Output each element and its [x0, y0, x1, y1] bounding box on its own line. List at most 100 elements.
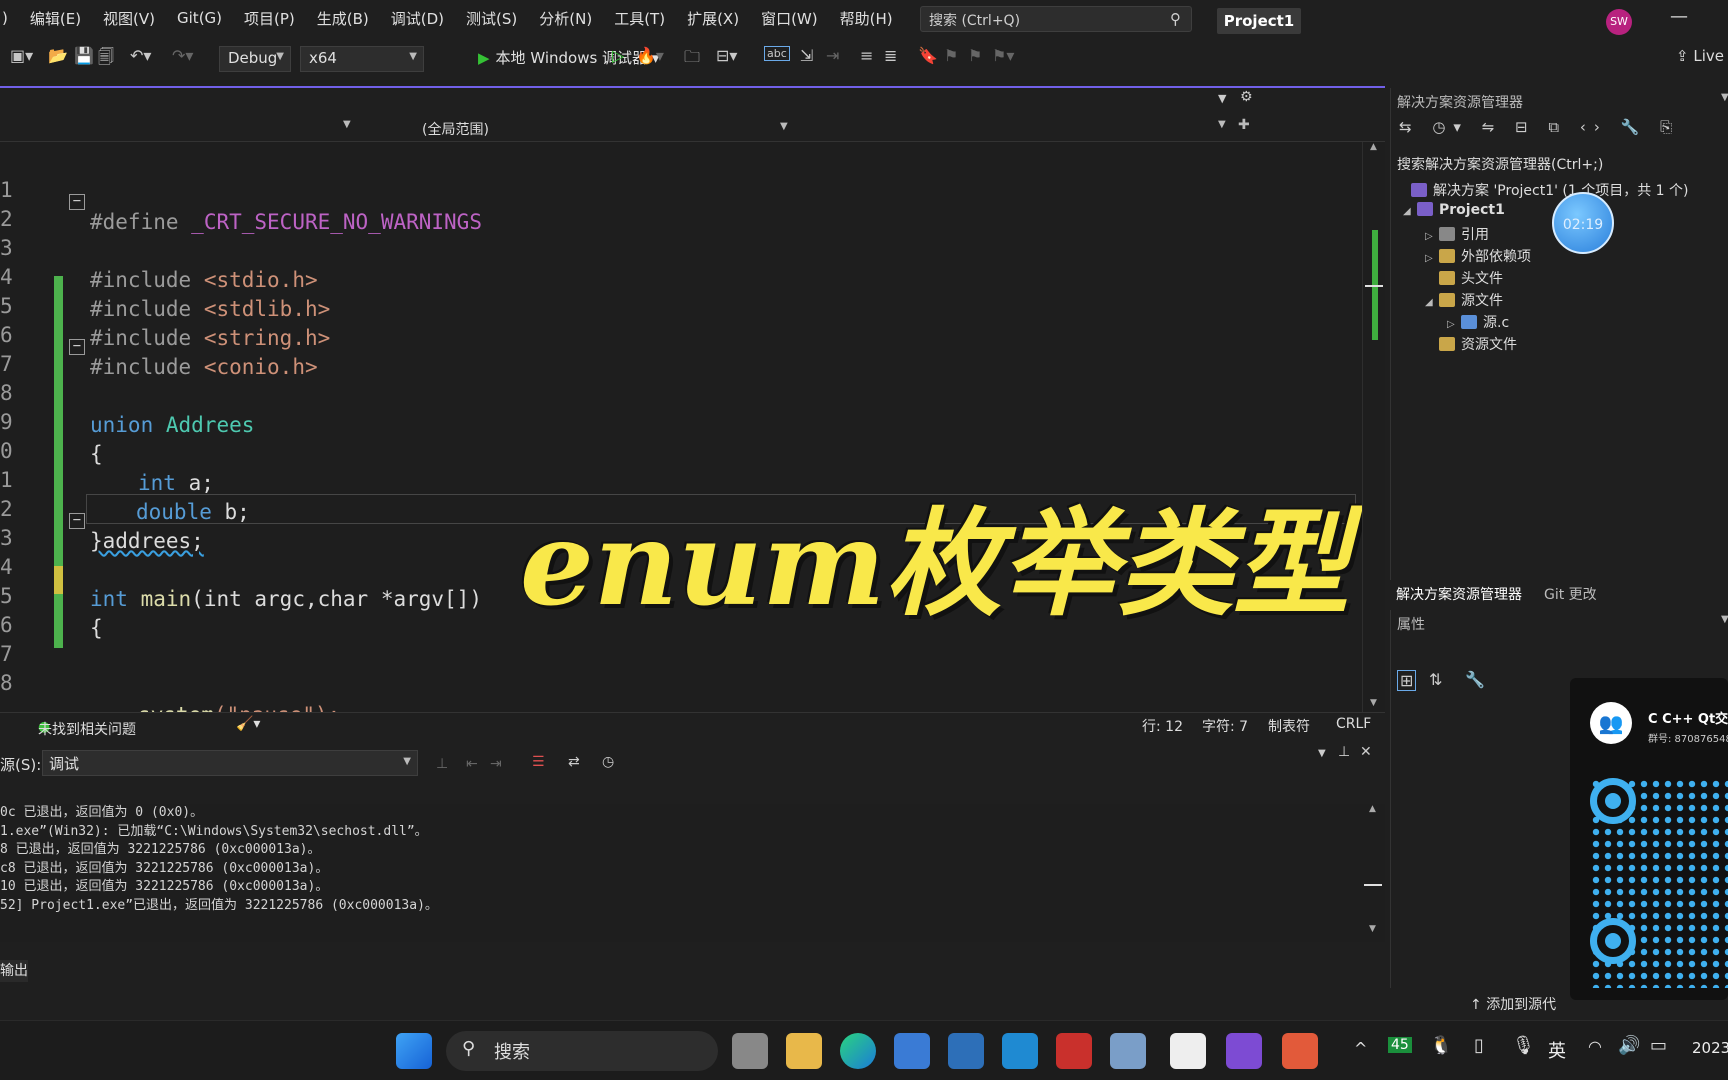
wifi-icon[interactable]: ◠	[1588, 1037, 1602, 1056]
explorer-toolbar[interactable]: ⇆ ◷▾ ⇋ ⊟ ⧉ ‹› 🔧 ⎘	[1399, 118, 1680, 136]
filezilla-icon[interactable]	[1056, 1033, 1092, 1069]
microphone-icon[interactable]: 🎙	[1512, 1035, 1535, 1056]
taskbar-search[interactable]: ⚲ 搜索	[446, 1031, 718, 1071]
platform-select[interactable]: x64 ▼	[300, 46, 424, 72]
battery-icon[interactable]: ▭	[1650, 1035, 1667, 1056]
cursor-char[interactable]: 字符: 7	[1202, 716, 1248, 736]
scroll-down-icon[interactable]: ▼	[1370, 698, 1377, 708]
menu-edit[interactable]: 编辑(E)	[30, 8, 81, 29]
menu-view[interactable]: 视图(V)	[103, 8, 155, 29]
start-debugging-button[interactable]: ▶ 本地 Windows 调试器 ▾	[478, 47, 659, 68]
chevron-down-icon[interactable]: ▼	[1721, 92, 1728, 103]
menu-help[interactable]: 帮助(H)	[840, 8, 893, 29]
menu-test[interactable]: 测试(S)	[466, 8, 517, 29]
tab-git-changes[interactable]: Git 更改	[1544, 584, 1597, 604]
menu-debug[interactable]: 调试(D)	[391, 8, 444, 29]
menu-project[interactable]: 项目(P)	[244, 8, 295, 29]
chevron-down-icon[interactable]: ▼	[1218, 119, 1226, 130]
settings-app-icon[interactable]	[948, 1033, 984, 1069]
vscode-icon[interactable]	[1002, 1033, 1038, 1069]
menu-tools[interactable]: 工具(T)	[614, 8, 665, 29]
pin-icon[interactable]: ⊥	[1338, 744, 1350, 760]
tab-solution-explorer[interactable]: 解决方案资源管理器	[1396, 584, 1522, 604]
output-scrollbar[interactable]: ▲ ▼	[1362, 804, 1385, 942]
open-folder-icon[interactable]: 📂	[48, 46, 68, 65]
menu-build[interactable]: 生成(B)	[317, 8, 369, 29]
step-icon[interactable]: ⇲	[800, 46, 813, 65]
indent-mode[interactable]: 制表符	[1268, 716, 1310, 736]
scroll-up-icon[interactable]: ▲	[1369, 804, 1376, 814]
bookmark-icon[interactable]: 🔖	[918, 46, 938, 65]
usb-icon[interactable]: ▯	[1474, 1035, 1484, 1056]
close-icon[interactable]: ✕	[1360, 744, 1372, 760]
tree-project[interactable]: ◢ Project1	[1403, 202, 1505, 218]
visual-studio-icon[interactable]	[1226, 1033, 1262, 1069]
menu-analyze[interactable]: 分析(N)	[539, 8, 592, 29]
next-message-icon[interactable]: ⇥	[490, 756, 502, 772]
line-ending[interactable]: CRLF	[1336, 716, 1371, 732]
split-icon[interactable]: ✚	[1238, 117, 1250, 133]
scroll-down-icon[interactable]: ▼	[1369, 924, 1376, 934]
tree-item-resources[interactable]: 资源文件	[1439, 334, 1517, 354]
tree-item-references[interactable]: ▷ 引用	[1425, 224, 1489, 244]
scroll-thumb[interactable]	[1365, 285, 1383, 287]
prev-message-icon[interactable]: ⇤	[466, 756, 478, 772]
input-language[interactable]: 英	[1548, 1037, 1566, 1063]
output-log[interactable]: 0c 已退出，返回值为 0 (0x0)。 1.exe”(Win32): 已加载“…	[0, 804, 1362, 942]
menu-extensions[interactable]: 扩展(X)	[687, 8, 739, 29]
editor-scrollbar[interactable]: ▲ ▼	[1362, 142, 1385, 712]
tray-app-icon[interactable]: 45	[1388, 1037, 1412, 1053]
store-icon[interactable]	[894, 1033, 930, 1069]
clock-icon[interactable]: ◷	[602, 754, 614, 770]
recorder-icon[interactable]	[1282, 1033, 1318, 1069]
property-pages-icon[interactable]: 🔧	[1465, 670, 1485, 689]
indent-icon[interactable]: ≡	[860, 46, 873, 65]
tree-item-source-file[interactable]: ▷ 源.c	[1447, 312, 1509, 332]
outdent-icon[interactable]: ≣	[884, 46, 897, 65]
tree-item-headers[interactable]: 头文件	[1439, 268, 1503, 288]
start-without-debugging-icon[interactable]: ▷	[612, 46, 624, 65]
spellcheck-icon[interactable]: abc	[764, 46, 790, 61]
qq-tray-icon[interactable]: 🐧	[1430, 1035, 1452, 1056]
new-project-icon[interactable]: ▣▾	[10, 46, 33, 65]
menu-window[interactable]: 窗口(W)	[761, 8, 818, 29]
scroll-thumb[interactable]	[1364, 884, 1382, 886]
find-icon[interactable]: ⊥	[436, 756, 448, 772]
edge-icon[interactable]	[840, 1033, 876, 1069]
scope-select[interactable]: (全局范围) ▼	[400, 119, 870, 139]
save-all-icon[interactable]: 🗐	[98, 46, 114, 73]
minimize-button[interactable]: —	[1670, 6, 1688, 27]
explorer-search-input[interactable]: 搜索解决方案资源管理器(Ctrl+;)	[1397, 154, 1603, 174]
tab-output[interactable]: 输出	[0, 960, 28, 982]
word-wrap-icon[interactable]: ⇄	[568, 754, 580, 770]
add-to-source-control[interactable]: ↑ 添加到源代	[1470, 994, 1556, 1014]
volume-icon[interactable]: 🔊	[1618, 1035, 1640, 1056]
file-explorer-icon[interactable]	[786, 1033, 822, 1069]
chevron-down-icon[interactable]: ▼	[343, 119, 351, 130]
windows-start-icon[interactable]	[396, 1033, 432, 1069]
alphabetical-icon[interactable]: ⇅	[1429, 670, 1442, 689]
configuration-select[interactable]: Debug ▼	[219, 46, 291, 72]
step-disabled-icon[interactable]: ⇥	[826, 46, 839, 65]
network-app-icon[interactable]	[1110, 1033, 1146, 1069]
output-source-select[interactable]: 调试 ▼	[42, 750, 418, 776]
tree-item-external-deps[interactable]: ▷ 外部依赖项	[1425, 246, 1531, 266]
tree-solution[interactable]: 解决方案 'Project1' (1 个项目，共 1 个)	[1411, 180, 1689, 200]
undo-icon[interactable]: ↶▾	[130, 46, 151, 65]
menu-git[interactable]: Git(G)	[177, 9, 222, 27]
tree-item-sources[interactable]: ◢ 源文件	[1425, 290, 1503, 310]
search-input[interactable]: 搜索 (Ctrl+Q) ⚲	[920, 6, 1192, 32]
avatar[interactable]: SW	[1606, 9, 1632, 35]
qq-icon[interactable]	[1170, 1033, 1206, 1069]
chevron-down-icon[interactable]: ▼	[1721, 614, 1728, 625]
save-icon[interactable]: 💾	[74, 46, 94, 65]
hot-reload-icon[interactable]: 🔥▾	[636, 46, 664, 65]
tab-list-icon[interactable]: ▼	[1218, 92, 1226, 105]
tray-expand-icon[interactable]: ^	[1354, 1039, 1367, 1058]
clock[interactable]: 2023-	[1692, 1039, 1728, 1057]
live-share-button[interactable]: ⇪ Live	[1676, 47, 1724, 65]
cleanup-icon[interactable]: 🧹▾	[236, 716, 260, 732]
bookmark-next-icon[interactable]: ⚑	[968, 46, 982, 65]
cursor-line[interactable]: 行: 12	[1142, 716, 1183, 736]
bookmark-prev-icon[interactable]: ⚑	[944, 46, 958, 65]
